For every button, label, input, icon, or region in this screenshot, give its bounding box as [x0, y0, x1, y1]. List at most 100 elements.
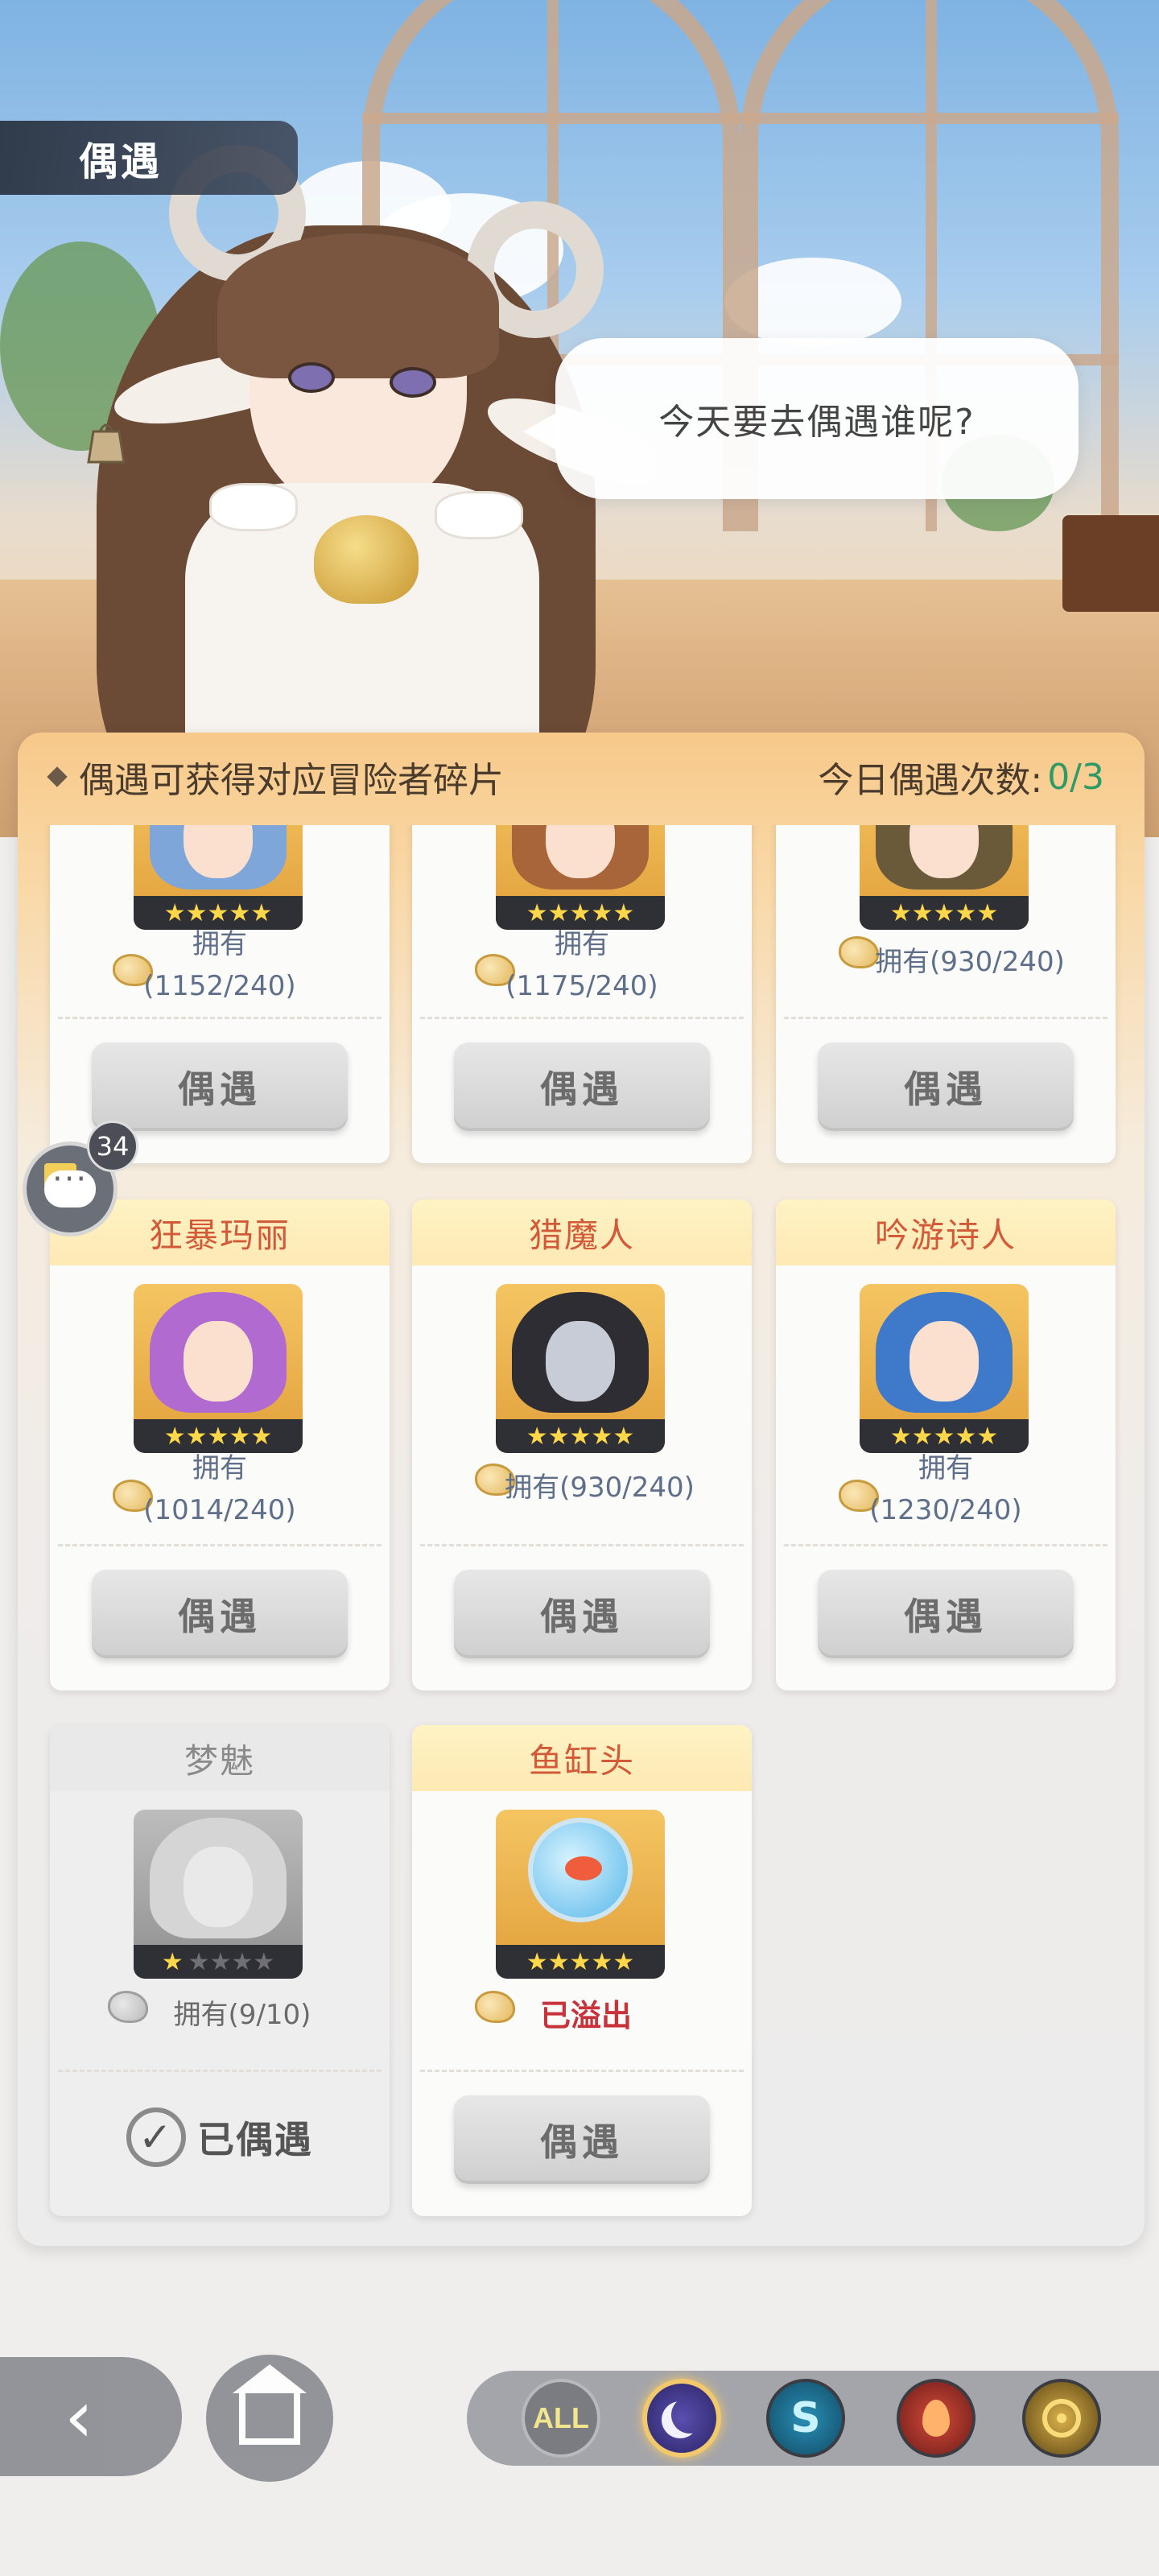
star-rating: ★★★★★ [496, 1945, 665, 1979]
card-succubus: 梦魅 ★ ★★★★ 拥有(9/10) ✓ 已偶遇 [50, 1725, 390, 2216]
adventurer-portrait[interactable]: ★★★★★ [860, 825, 1029, 930]
element-filter-bar: ALL S [467, 2371, 1159, 2466]
filter-water[interactable]: S [766, 2379, 845, 2458]
check-icon: ✓ [126, 2107, 186, 2167]
divider [58, 1017, 382, 1019]
already-encountered: ✓ 已偶遇 [50, 2107, 390, 2167]
adventurer-name: 梦魅 [50, 1725, 390, 1791]
encounter-button[interactable]: 偶遇 [92, 1570, 348, 1658]
card-partial-1: ★★★★★ 拥有 (1152/240) 偶遇 [50, 825, 390, 1163]
owned-inline: 拥有(930/240) [505, 1472, 695, 1504]
card-partial-2: ★★★★★ 拥有 (1175/240) 偶遇 [412, 825, 752, 1163]
character-eye [288, 362, 335, 393]
owned-value: (1230/240) [869, 1494, 1022, 1526]
panel-info: 偶遇可获得对应冒险者碎片 [47, 751, 504, 803]
star-rating: ★★★★★ [496, 1419, 665, 1453]
daily-count: 今日偶遇次数: 0/3 [818, 751, 1104, 803]
star-rating: ★★★★★ [134, 1945, 303, 1979]
owned-count: 拥有 (1014/240) [50, 1447, 390, 1531]
card-grid[interactable]: ★★★★★ 拥有 (1152/240) 偶遇 ★★★★★ 拥有 (1175/24… [18, 825, 1145, 2246]
owned-label: 拥有 [192, 928, 247, 960]
owned-count: 已溢出 [412, 1991, 752, 2035]
window-bar [362, 113, 1119, 124]
adventurer-portrait[interactable]: ★★★★★ [496, 825, 665, 930]
adventurer-name: 鱼缸头 [412, 1725, 752, 1791]
panel-header: 偶遇可获得对应冒险者碎片 今日偶遇次数: 0/3 [18, 733, 1145, 821]
divider [420, 1017, 744, 1019]
water-icon: S [790, 2394, 821, 2442]
bag-icon[interactable] [85, 415, 127, 465]
character-bangs [217, 233, 499, 378]
home-icon [233, 2364, 307, 2445]
adventurer-portrait[interactable]: ★★★★★ [134, 1284, 303, 1453]
moon-icon [671, 2396, 708, 2434]
fire-icon [922, 2400, 950, 2437]
filter-light[interactable] [1022, 2379, 1101, 2458]
character-bow [209, 483, 298, 531]
owned-value: (1152/240) [143, 970, 296, 1002]
adventurer-portrait[interactable]: ★★★★★ [496, 1284, 665, 1453]
owned-label: 拥有 [554, 928, 609, 960]
filter-all[interactable]: ALL [522, 2379, 600, 2458]
adventurer-portrait[interactable]: ★★★★★ [496, 1810, 665, 1979]
divider [58, 1544, 382, 1546]
encounter-button[interactable]: 偶遇 [454, 1570, 710, 1658]
owned-count: 拥有(930/240) [776, 939, 1116, 979]
fish-icon [565, 1856, 602, 1880]
character-bow [435, 491, 523, 539]
filter-fire[interactable] [897, 2379, 975, 2458]
divider [420, 1544, 744, 1546]
encounter-button[interactable]: 偶遇 [454, 2095, 710, 2184]
divider [420, 2070, 744, 2072]
portrait-face [184, 1847, 253, 1927]
divider [784, 1017, 1107, 1019]
card-demon-hunter: 猎魔人 ★★★★★ 拥有(930/240) 偶遇 [412, 1199, 752, 1690]
owned-inline: 拥有(930/240) [875, 946, 1065, 978]
encounter-panel: 偶遇可获得对应冒险者碎片 今日偶遇次数: 0/3 ★★★★★ 拥有 (1152/… [18, 733, 1145, 2246]
encounter-button[interactable]: 偶遇 [454, 1042, 710, 1131]
piano [1062, 515, 1159, 612]
owned-count: 拥有 (1175/240) [412, 923, 752, 1007]
card-bard: 吟游诗人 ★★★★★ 拥有 (1230/240) 偶遇 [776, 1199, 1116, 1690]
owned-value: (1175/240) [505, 970, 658, 1002]
adventurer-portrait[interactable]: ★★★★★ [134, 825, 303, 930]
encounter-button[interactable]: 偶遇 [92, 1042, 348, 1131]
daily-count-value: 0/3 [1047, 756, 1104, 798]
star-rating: ★★★★★ [860, 896, 1029, 930]
adventurer-name: 吟游诗人 [776, 1199, 1116, 1265]
owned-label: 拥有 [918, 1452, 973, 1484]
card-berserk-mary: 狂暴玛丽 ★★★★★ 拥有 (1014/240) 偶遇 [50, 1199, 390, 1690]
page-title: 偶遇 [0, 121, 298, 195]
chat-badge: 34 [87, 1121, 138, 1172]
portrait-face [546, 1321, 615, 1402]
light-icon [1042, 2399, 1081, 2438]
portrait-face [909, 1321, 979, 1402]
adventurer-portrait[interactable]: ★★★★★ [860, 1284, 1029, 1453]
speech-text: 今天要去偶遇谁呢? [658, 402, 975, 443]
owned-label: 拥有 [192, 1452, 247, 1484]
encounter-button[interactable]: 偶遇 [818, 1570, 1074, 1658]
overflow-status: 已溢出 [539, 1998, 632, 2033]
panel-info-text: 偶遇可获得对应冒险者碎片 [79, 760, 504, 801]
home-button[interactable] [206, 2355, 333, 2482]
adventurer-name: 猎魔人 [412, 1199, 752, 1265]
adventurer-portrait[interactable]: ★★★★★ [134, 1810, 303, 1979]
encounter-button[interactable]: 偶遇 [818, 1042, 1074, 1131]
diamond-icon [47, 766, 68, 787]
speech-bubble: 今天要去偶遇谁呢? [523, 338, 1079, 499]
daily-count-label: 今日偶遇次数: [818, 760, 1043, 801]
filter-moon[interactable] [642, 2379, 721, 2458]
owned-value: (1014/240) [143, 1494, 296, 1526]
owned-count: 拥有 (1230/240) [776, 1447, 1116, 1531]
owned-count: 拥有 (1152/240) [50, 923, 390, 1007]
status-text: 已偶遇 [197, 2118, 313, 2161]
portrait-face [184, 1321, 253, 1402]
card-partial-3: ★★★★★ 拥有(930/240) 偶遇 [776, 825, 1116, 1163]
bell-icon [314, 515, 419, 604]
owned-count: 拥有(930/240) [412, 1465, 752, 1505]
owned-inline: 拥有(9/10) [173, 1999, 311, 2031]
divider [58, 2070, 382, 2072]
divider [784, 1544, 1107, 1546]
back-button[interactable]: ‹ [0, 2357, 182, 2476]
chevron-left-icon: ‹ [64, 2374, 93, 2459]
